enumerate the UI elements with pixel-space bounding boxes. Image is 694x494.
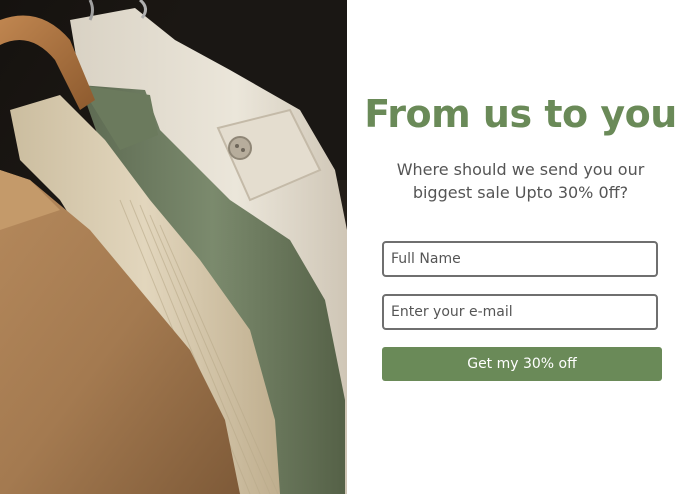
signup-popup: From us to you Where should we send you …: [0, 0, 694, 494]
full-name-field[interactable]: [382, 241, 658, 277]
email-field[interactable]: [382, 294, 658, 330]
popup-subtitle: Where should we send you our biggest sal…: [396, 160, 645, 202]
get-discount-button[interactable]: Get my 30% off: [382, 347, 662, 381]
popup-title: From us to you: [364, 92, 677, 136]
jackets-photo: [0, 0, 347, 494]
signup-panel: From us to you Where should we send you …: [347, 0, 694, 494]
